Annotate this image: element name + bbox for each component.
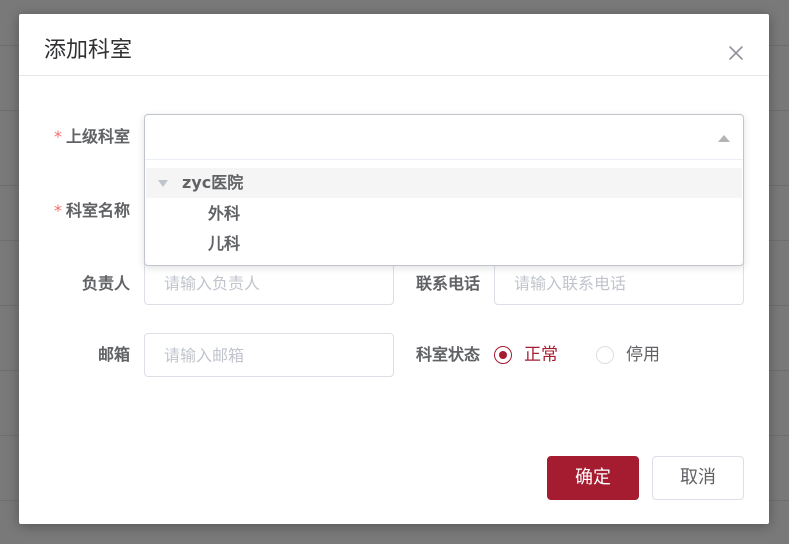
phone-label: 联系电话 (415, 274, 480, 293)
tree-node-hospital[interactable]: zyc医院 (146, 168, 742, 198)
status-disabled-radio[interactable] (596, 346, 614, 364)
parent-dept-select-input[interactable] (145, 115, 743, 160)
leader-input[interactable] (144, 261, 394, 305)
caret-down-icon[interactable] (158, 180, 168, 187)
required-mark: * (53, 127, 62, 146)
tree-node-label: 外科 (208, 204, 241, 223)
dialog-title: 添加科室 (44, 38, 133, 63)
cancel-button[interactable]: 取消 (652, 456, 744, 500)
parent-dept-label-text: 上级科室 (65, 127, 130, 146)
tree-node-surgery[interactable]: 外科 (146, 199, 742, 229)
tree-node-pediatrics[interactable]: 儿科 (146, 229, 742, 259)
status-normal-radio[interactable] (494, 346, 512, 364)
tree-node-label: 儿科 (208, 234, 241, 253)
required-mark: * (53, 201, 62, 220)
phone-input[interactable] (494, 261, 744, 305)
email-label: 邮箱 (97, 345, 130, 364)
dept-name-label-text: 科室名称 (65, 201, 130, 220)
email-input[interactable] (144, 333, 394, 377)
leader-label: 负责人 (81, 274, 130, 293)
parent-dept-label: * 上级科室 (46, 127, 130, 147)
dept-name-label: * 科室名称 (46, 201, 130, 221)
parent-dept-select[interactable]: zyc医院 外科 儿科 (144, 114, 744, 266)
tree-node-label: zyc医院 (182, 173, 244, 192)
confirm-button[interactable]: 确定 (547, 456, 639, 500)
close-icon[interactable] (727, 44, 745, 62)
status-normal-label[interactable]: 正常 (524, 345, 558, 365)
caret-up-icon[interactable] (718, 135, 730, 142)
status-label: 科室状态 (415, 345, 480, 364)
add-department-dialog: 添加科室 *上级科室 *科室名称 负责人 联系电话 邮箱 科室状态 正常 停用 … (19, 14, 769, 524)
status-disabled-label[interactable]: 停用 (626, 345, 660, 365)
dialog-header: 添加科室 (19, 14, 769, 76)
